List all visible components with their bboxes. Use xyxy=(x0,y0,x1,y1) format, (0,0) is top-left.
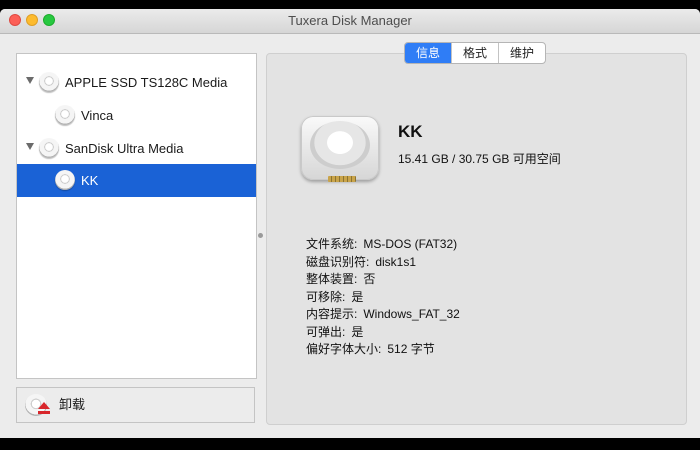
tab-bar: 信息 格式 维护 xyxy=(404,42,547,64)
info-row-whole-device: 整体装置: 否 xyxy=(306,271,666,289)
info-key: 偏好字体大小: xyxy=(306,342,382,356)
eject-label: 卸载 xyxy=(59,397,86,412)
info-value: 是 xyxy=(351,324,364,339)
sidebar-footer: 卸载 xyxy=(16,387,255,423)
info-row-block-size: 偏好字体大小: 512 字节 xyxy=(306,341,666,359)
info-key: 可弹出: xyxy=(306,324,346,339)
split-view-handle[interactable] xyxy=(258,233,263,238)
title-bar[interactable]: Tuxera Disk Manager xyxy=(0,9,700,34)
disclosure-triangle-icon[interactable] xyxy=(26,77,34,84)
sidebar-item-label: KK xyxy=(81,173,99,188)
info-key: 内容提示: xyxy=(306,307,358,321)
info-row-disk-identifier: 磁盘识别符: disk1s1 xyxy=(306,254,666,272)
info-key: 磁盘识别符: xyxy=(306,254,370,269)
sidebar-item-label: SanDisk Ultra Media xyxy=(65,141,184,156)
info-value: disk1s1 xyxy=(375,254,417,269)
disk-icon xyxy=(39,72,59,92)
info-row-content-hint: 内容提示: Windows_FAT_32 xyxy=(306,306,666,324)
drive-icon-platter xyxy=(310,121,370,169)
window-title: Tuxera Disk Manager xyxy=(288,13,412,28)
volume-info-list: 文件系统: MS-DOS (FAT32) 磁盘识别符: disk1s1 整体装置: 否… xyxy=(306,236,666,359)
disk-icon xyxy=(39,138,59,158)
sidebar-item-label: APPLE SSD TS128C Media xyxy=(65,75,228,90)
info-key: 整体装置: xyxy=(306,272,358,286)
tab-maintenance[interactable]: 维护 xyxy=(498,43,545,63)
info-key: 可移除: xyxy=(306,289,346,304)
eject-button[interactable]: 卸载 xyxy=(25,393,97,417)
sidebar-item-vinca[interactable]: Vinca xyxy=(17,99,256,132)
volume-name: KK xyxy=(398,122,423,141)
volume-space: 15.41 GB / 30.75 GB 可用空间 xyxy=(398,152,561,166)
volume-icon xyxy=(55,105,75,125)
screen: Tuxera Disk Manager APPLE SSD TS128C Med… xyxy=(0,0,700,450)
info-value: 512 字节 xyxy=(387,342,435,356)
sidebar-item-sandisk[interactable]: SanDisk Ultra Media xyxy=(17,132,256,165)
info-value: Windows_FAT_32 xyxy=(363,307,460,321)
volume-icon xyxy=(55,170,75,190)
sidebar-item-kk[interactable]: KK xyxy=(17,164,256,197)
tab-info[interactable]: 信息 xyxy=(405,43,452,63)
info-value: 是 xyxy=(351,289,364,304)
info-row-removable: 可移除: 是 xyxy=(306,289,666,307)
drive-icon-connector xyxy=(328,176,356,182)
info-key: 文件系统: xyxy=(306,237,358,251)
eject-icon xyxy=(38,402,50,409)
disclosure-triangle-icon[interactable] xyxy=(26,143,34,150)
info-value: 否 xyxy=(363,272,376,286)
info-row-file-system: 文件系统: MS-DOS (FAT32) xyxy=(306,236,666,254)
sidebar-item-apple-ssd[interactable]: APPLE SSD TS128C Media xyxy=(17,66,256,99)
info-value: MS-DOS (FAT32) xyxy=(363,237,458,251)
eject-icon-bar xyxy=(38,411,50,414)
drive-icon xyxy=(301,110,379,188)
sidebar-item-label: Vinca xyxy=(81,108,114,123)
info-row-ejectable: 可弹出: 是 xyxy=(306,324,666,342)
disk-sidebar: APPLE SSD TS128C Media Vinca SanDisk Ult… xyxy=(16,53,257,379)
tab-format[interactable]: 格式 xyxy=(451,43,498,63)
